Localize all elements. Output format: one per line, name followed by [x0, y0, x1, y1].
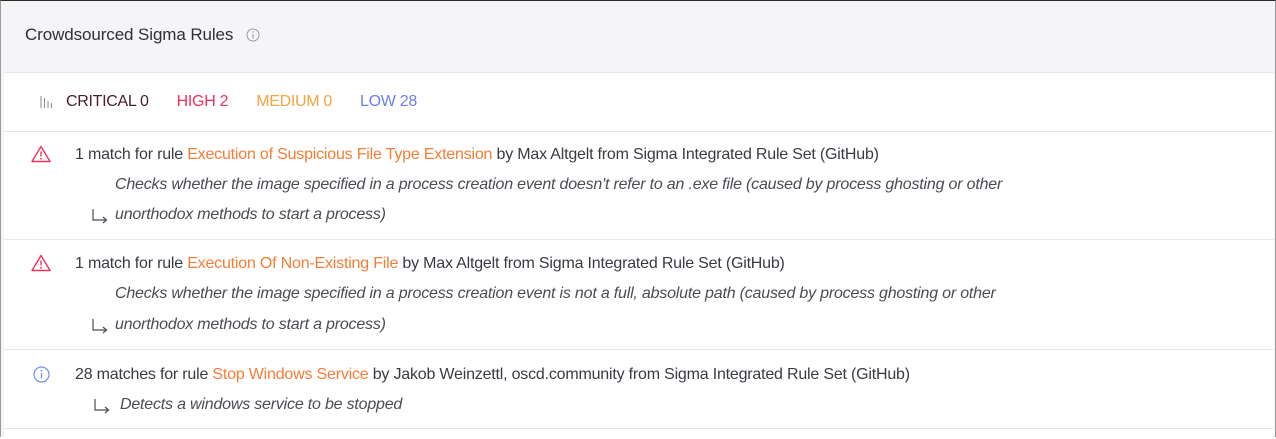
info-circle-icon — [33, 366, 50, 383]
rule-author: by Max Altgelt from Sigma Integrated Rul… — [492, 146, 879, 163]
return-arrow-icon — [94, 399, 110, 414]
rule-match-prefix: 1 match for rule — [75, 255, 188, 272]
warning-triangle-icon — [31, 145, 51, 163]
card-title: Crowdsourced Sigma Rules — [25, 25, 234, 44]
bar-chart-icon — [40, 96, 52, 108]
rule-author: by Max Altgelt from Sigma Integrated Rul… — [398, 255, 785, 272]
rule-description: Detects a windows service to be stopped — [120, 396, 403, 413]
rule-match-prefix: 1 match for rule — [75, 146, 188, 163]
rule-match-prefix: 28 matches for rule — [75, 366, 213, 383]
rule-summary: 1 match for rule Execution Of Non-Existi… — [75, 255, 785, 273]
rule-summary: 28 matches for rule Stop Windows Service… — [75, 366, 910, 384]
rule-description-continued: unorthodox methods to start a process) — [115, 206, 386, 223]
rule-name-link[interactable]: Execution Of Non-Existing File — [187, 255, 398, 272]
rule-author: by Jakob Weinzettl, oscd.community from … — [368, 366, 910, 383]
rule-item: 1 match for rule Execution Of Non-Existi… — [4, 240, 1274, 350]
sigma-rules-card: Crowdsourced Sigma Rules CRITICAL 0 HIGH… — [0, 0, 1276, 439]
rule-item: 28 matches for rule Stop Windows Service… — [4, 350, 1274, 429]
info-circle-icon[interactable] — [246, 28, 260, 42]
return-arrow-icon — [92, 209, 108, 224]
rule-description-continued: unorthodox methods to start a process) — [115, 316, 386, 333]
rule-summary: 1 match for rule Execution of Suspicious… — [75, 146, 879, 164]
rule-name-link[interactable]: Execution of Suspicious File Type Extens… — [187, 146, 492, 163]
severity-medium[interactable]: MEDIUM 0 — [256, 93, 332, 111]
rule-name-link[interactable]: Stop Windows Service — [212, 366, 368, 383]
warning-triangle-icon — [31, 254, 51, 272]
severity-low[interactable]: LOW 28 — [360, 93, 417, 111]
severity-summary: CRITICAL 0 HIGH 2 MEDIUM 0 LOW 28 — [4, 73, 1274, 132]
severity-critical[interactable]: CRITICAL 0 — [66, 93, 149, 111]
severity-high[interactable]: HIGH 2 — [177, 93, 229, 111]
card-header: Crowdsourced Sigma Rules — [2, 2, 1275, 68]
return-arrow-icon — [92, 319, 108, 334]
rules-panel: CRITICAL 0 HIGH 2 MEDIUM 0 LOW 28 1 matc… — [4, 72, 1274, 439]
rule-item: 1 match for rule Execution of Suspicious… — [4, 132, 1274, 240]
rule-description: Checks whether the image specified in a … — [115, 176, 1003, 193]
rule-description: Checks whether the image specified in a … — [115, 285, 996, 302]
